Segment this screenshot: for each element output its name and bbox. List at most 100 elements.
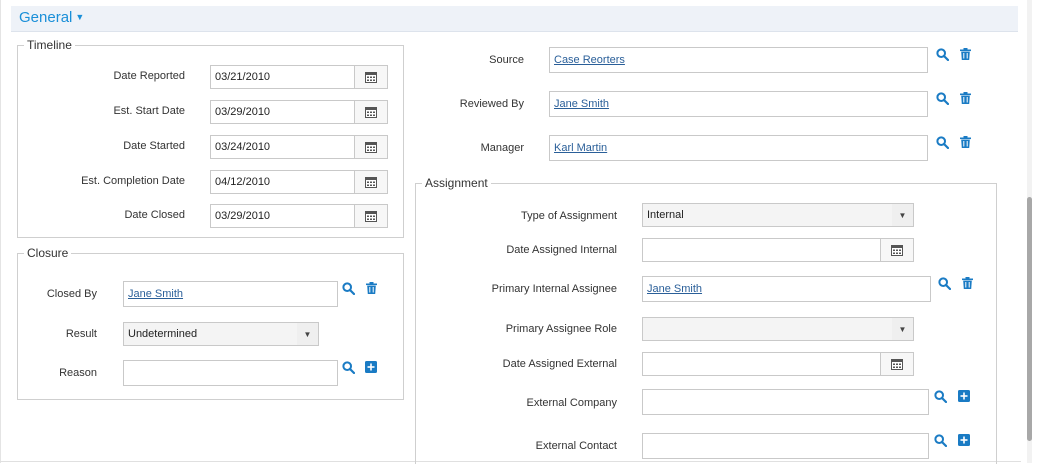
- manager-search-button[interactable]: [935, 135, 949, 149]
- closed-by-search-button[interactable]: [341, 281, 355, 295]
- calendar-icon: [891, 245, 903, 256]
- date-closed-calendar-button[interactable]: [354, 204, 388, 228]
- general-section-title: General: [19, 9, 73, 26]
- vertical-scrollbar-thumb[interactable]: [1027, 197, 1032, 441]
- calendar-icon: [365, 72, 377, 83]
- manager-label: Manager: [480, 142, 524, 154]
- closed-by-label: Closed By: [46, 288, 97, 300]
- est-start-date-input[interactable]: 03/29/2010: [210, 100, 355, 124]
- general-section-toggle[interactable]: General ▼: [19, 9, 84, 26]
- date-assigned-internal-label: Date Assigned Internal: [506, 244, 617, 256]
- search-icon: [937, 276, 951, 290]
- primary-assignee-role-dropdown-button[interactable]: ▼: [892, 317, 914, 341]
- est-completion-date-label: Est. Completion Date: [81, 175, 185, 187]
- trash-icon: [959, 92, 971, 104]
- date-reported-calendar-button[interactable]: [354, 65, 388, 89]
- search-icon: [935, 91, 949, 105]
- reviewed-by-search-button[interactable]: [935, 91, 949, 105]
- closed-by-link[interactable]: Jane Smith: [128, 288, 183, 300]
- search-icon: [341, 360, 355, 374]
- caret-down-icon: ▼: [898, 324, 907, 334]
- plus-square-icon: [958, 390, 970, 402]
- reason-add-button[interactable]: [364, 360, 378, 374]
- type-of-assignment-dropdown-button[interactable]: ▼: [892, 203, 914, 227]
- date-closed-label: Date Closed: [124, 209, 185, 221]
- date-started-label: Date Started: [123, 140, 185, 152]
- source-link[interactable]: Case Reorters: [554, 54, 625, 66]
- reviewed-by-label: Reviewed By: [459, 98, 524, 110]
- primary-assignee-role-select[interactable]: [642, 317, 893, 341]
- manager-delete-button[interactable]: [958, 135, 972, 149]
- timeline-legend: Timeline: [27, 38, 72, 52]
- date-assigned-external-calendar-button[interactable]: [880, 352, 914, 376]
- reviewed-by-link[interactable]: Jane Smith: [554, 98, 609, 110]
- primary-internal-assignee-input[interactable]: Jane Smith: [642, 276, 931, 302]
- external-company-search-button[interactable]: [933, 389, 947, 403]
- date-assigned-internal-calendar-button[interactable]: [880, 238, 914, 262]
- date-assigned-external-label: Date Assigned External: [502, 358, 617, 370]
- manager-input[interactable]: Karl Martin: [549, 135, 928, 161]
- date-assigned-external-input[interactable]: [642, 352, 882, 376]
- type-of-assignment-label: Type of Assignment: [521, 210, 617, 222]
- date-reported-label: Date Reported: [113, 70, 185, 82]
- result-select[interactable]: Undetermined: [123, 322, 298, 346]
- type-of-assignment-select[interactable]: Internal: [642, 203, 893, 227]
- date-assigned-internal-input[interactable]: [642, 238, 882, 262]
- trash-icon: [959, 136, 971, 148]
- primary-assignee-role-label: Primary Assignee Role: [505, 323, 617, 335]
- reviewed-by-input[interactable]: Jane Smith: [549, 91, 928, 117]
- primary-internal-assignee-label: Primary Internal Assignee: [491, 283, 617, 295]
- plus-square-icon: [958, 434, 970, 446]
- est-start-date-calendar-button[interactable]: [354, 100, 388, 124]
- date-started-calendar-button[interactable]: [354, 135, 388, 159]
- calendar-icon: [365, 211, 377, 222]
- external-company-input[interactable]: [642, 389, 929, 415]
- source-search-button[interactable]: [935, 47, 949, 61]
- closed-by-input[interactable]: Jane Smith: [123, 281, 338, 307]
- reason-search-button[interactable]: [341, 360, 355, 374]
- search-icon: [341, 281, 355, 295]
- external-contact-add-button[interactable]: [957, 433, 971, 447]
- date-started-input[interactable]: 03/24/2010: [210, 135, 355, 159]
- primary-internal-assignee-link[interactable]: Jane Smith: [647, 283, 702, 295]
- case-detail-panel: General ▼ Timeline Date Reported 03/21/20…: [0, 0, 1021, 464]
- primary-internal-assignee-search-button[interactable]: [937, 276, 951, 290]
- date-reported-input[interactable]: 03/21/2010: [210, 65, 355, 89]
- caret-down-icon: ▼: [303, 329, 312, 339]
- external-contact-input[interactable]: [642, 433, 929, 459]
- result-label: Result: [65, 328, 97, 340]
- caret-down-icon: ▼: [75, 12, 85, 22]
- closed-by-delete-button[interactable]: [364, 281, 378, 295]
- primary-internal-assignee-delete-button[interactable]: [960, 276, 974, 290]
- general-section-header[interactable]: General ▼: [11, 6, 1018, 32]
- search-icon: [933, 389, 947, 403]
- trash-icon: [959, 48, 971, 60]
- assignment-legend: Assignment: [425, 176, 488, 190]
- external-company-label: External Company: [526, 397, 618, 409]
- result-dropdown-button[interactable]: ▼: [297, 322, 319, 346]
- est-completion-date-calendar-button[interactable]: [354, 170, 388, 194]
- reason-label: Reason: [59, 367, 97, 379]
- external-company-add-button[interactable]: [957, 389, 971, 403]
- est-completion-date-input[interactable]: 04/12/2010: [210, 170, 355, 194]
- manager-link[interactable]: Karl Martin: [554, 142, 607, 154]
- search-icon: [933, 433, 947, 447]
- source-label: Source: [489, 54, 524, 66]
- reason-input[interactable]: [123, 360, 338, 386]
- caret-down-icon: ▼: [898, 210, 907, 220]
- calendar-icon: [365, 177, 377, 188]
- external-contact-search-button[interactable]: [933, 433, 947, 447]
- source-delete-button[interactable]: [958, 47, 972, 61]
- closure-legend: Closure: [27, 246, 69, 260]
- trash-icon: [365, 282, 377, 294]
- external-contact-label: External Contact: [535, 440, 617, 452]
- est-start-date-label: Est. Start Date: [113, 105, 185, 117]
- calendar-icon: [365, 107, 377, 118]
- reviewed-by-delete-button[interactable]: [958, 91, 972, 105]
- search-icon: [935, 47, 949, 61]
- trash-icon: [961, 277, 973, 289]
- left-border: [0, 0, 1, 463]
- date-closed-input[interactable]: 03/29/2010: [210, 204, 355, 228]
- plus-square-icon: [365, 361, 377, 373]
- source-input[interactable]: Case Reorters: [549, 47, 928, 73]
